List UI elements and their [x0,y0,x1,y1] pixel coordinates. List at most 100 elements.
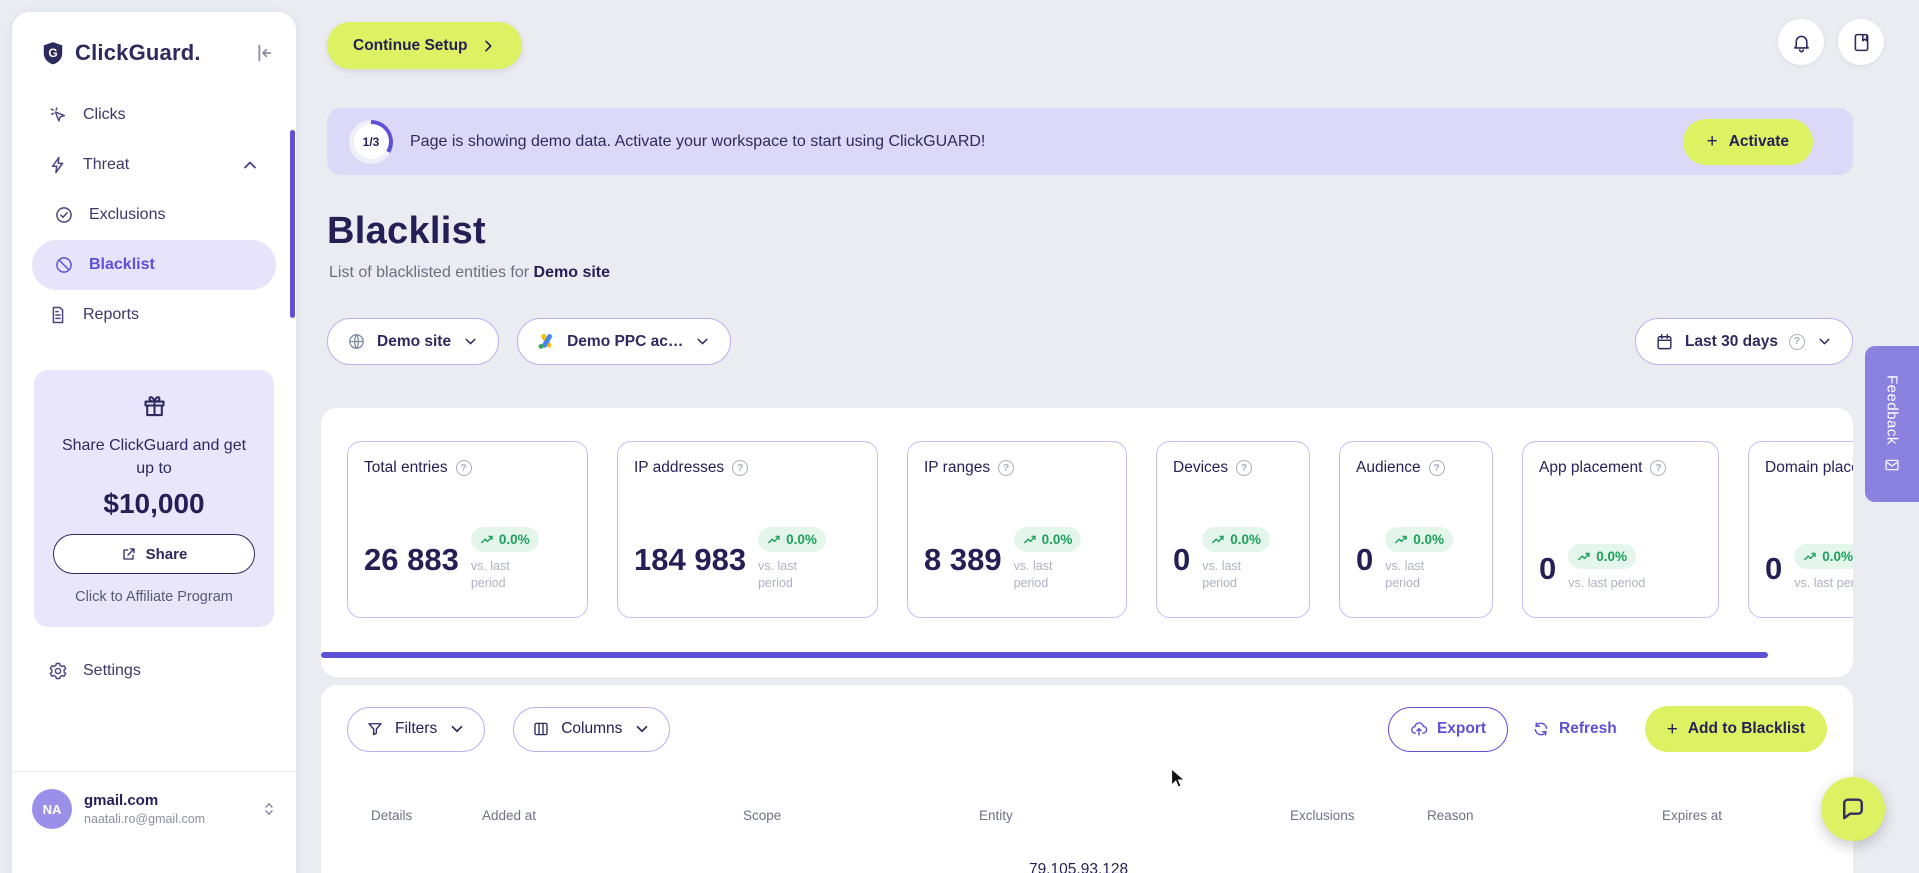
column-header-added-at[interactable]: Added at [482,808,743,823]
add-to-blacklist-label: Add to Blacklist [1687,720,1805,737]
sidebar-item-label: Reports [83,306,140,323]
sidebar-item-exclusions[interactable]: Exclusions [32,190,276,240]
sidebar-item-label: Blacklist [89,256,155,273]
help-icon[interactable]: ? [455,460,472,476]
column-header-details[interactable]: Details [371,808,482,823]
help-icon[interactable]: ? [732,460,749,476]
trend-up-icon [1394,533,1408,547]
affiliate-promo-card: Share ClickGuard and get up to $10,000 S… [34,370,274,628]
columns-dropdown[interactable]: Columns [513,706,671,752]
sidebar-item-clicks[interactable]: Clicks [32,90,276,140]
columns-icon [532,720,550,738]
feedback-envelope-icon [1884,457,1900,473]
export-label: Export [1436,720,1487,737]
stats-horizontal-scrollbar[interactable] [321,652,1768,658]
chat-bubble-icon [1839,795,1867,823]
column-header-exclusions[interactable]: Exclusions [1290,808,1427,823]
sidebar-item-threat[interactable]: Threat [32,140,276,190]
refresh-button[interactable]: Refresh [1532,720,1617,738]
notifications-button[interactable] [1778,19,1824,65]
help-icon[interactable]: ? [1236,460,1253,476]
stat-value: 26 883 [364,542,459,578]
table-row[interactable]: 79.105.93.128 [347,861,1827,873]
feedback-tab[interactable]: Feedback [1865,346,1919,502]
clickguard-logo: G ClickGuard. [40,40,201,66]
stat-delta-value: 0.0% [1596,549,1628,565]
sidebar-item-blacklist[interactable]: Blacklist [32,240,276,290]
google-ads-icon [537,332,556,351]
chevron-down-icon [633,720,651,738]
stat-delta-badge: 0.0% [758,527,826,553]
filters-dropdown[interactable]: Filters [347,706,486,752]
ppc-account-selector[interactable]: Demo PPC ac… [517,318,732,365]
stat-delta-value: 0.0% [1822,549,1853,565]
book-icon [1851,32,1872,53]
continue-setup-button[interactable]: Continue Setup [327,22,522,69]
gear-icon [48,661,68,681]
trend-up-icon [1023,533,1037,547]
sidebar-collapse-button[interactable] [252,42,274,64]
user-account-switcher[interactable]: NA gmail.com naatali.ro@gmail.com [12,771,296,829]
filter-icon [366,720,384,738]
stat-delta-badge: 0.0% [1794,544,1853,570]
promo-amount: $10,000 [103,488,205,520]
stat-label: Total entries [364,459,448,476]
stat-value: 0 [1765,550,1783,586]
stat-delta-badge: 0.0% [1385,527,1454,553]
help-icon[interactable]: ? [1650,460,1667,476]
chevron-down-icon [694,333,711,350]
stats-row: Total entries? 26 883 0.0% vs. last peri… [321,408,1853,618]
help-icon: ? [1789,333,1805,350]
share-button[interactable]: Share [53,534,255,575]
page-subtitle-text: List of blacklisted entities for [329,264,530,281]
stat-period: vs. last period [470,559,510,591]
add-to-blacklist-button[interactable]: + Add to Blacklist [1644,706,1827,752]
sidebar-scrollbar[interactable] [290,130,295,318]
continue-setup-label: Continue Setup [353,36,468,54]
site-selector-value: Demo site [377,332,452,350]
stat-delta-value: 0.0% [1230,532,1262,548]
column-header-scope[interactable]: Scope [743,808,979,823]
guide-button[interactable] [1838,19,1884,65]
sidebar-item-reports[interactable]: Reports [32,290,276,340]
site-selector[interactable]: Demo site [327,318,500,365]
globe-icon [347,332,366,351]
plus-icon: + [1666,718,1678,740]
export-button[interactable]: Export [1387,706,1509,752]
stat-label: Devices [1173,459,1229,476]
sidebar-item-settings[interactable]: Settings [48,661,141,681]
svg-text:G: G [48,46,57,60]
cell-added-at [482,861,743,873]
column-header-reason[interactable]: Reason [1427,808,1662,823]
chat-widget-button[interactable] [1821,777,1885,841]
chevron-up-icon [240,155,260,175]
stat-card-total-entries: Total entries? 26 883 0.0% vs. last peri… [347,441,588,618]
cloud-export-icon [1410,720,1428,738]
stat-delta-value: 0.0% [1041,532,1073,548]
help-icon[interactable]: ? [998,460,1015,476]
user-email: naatali.ro@gmail.com [84,812,206,826]
click-icon [48,105,68,125]
stat-card-app-placement: App placement? 0 0.0% vs. last period [1522,441,1719,618]
cell-scope [743,861,979,873]
stat-delta-value: 0.0% [1413,532,1445,548]
ppc-selector-value: Demo PPC ac… [567,332,684,350]
promo-text: Share ClickGuard and get up to [61,437,247,478]
stat-period: vs. last period [1385,559,1425,591]
column-header-entity[interactable]: Entity [979,808,1290,823]
help-icon[interactable]: ? [1428,460,1445,476]
table-toolbar: Filters Columns Export Refresh + Add to … [347,706,1827,752]
chevron-down-icon [1816,333,1833,350]
stat-period: vs. last period [758,559,797,591]
stat-label: IP ranges [924,459,991,476]
affiliate-link[interactable]: Click to Affiliate Program [52,589,256,605]
stat-value: 0 [1539,550,1557,586]
chevron-down-icon [462,333,479,350]
date-range-value: Last 30 days [1684,332,1778,350]
refresh-label: Refresh [1559,720,1617,737]
stat-label: IP addresses [634,459,725,476]
stat-period: vs. last period [1202,559,1242,591]
column-header-expires-at[interactable]: Expires at [1662,808,1827,823]
date-range-selector[interactable]: Last 30 days ? [1634,318,1853,365]
activate-button[interactable]: + Activate [1682,118,1813,165]
